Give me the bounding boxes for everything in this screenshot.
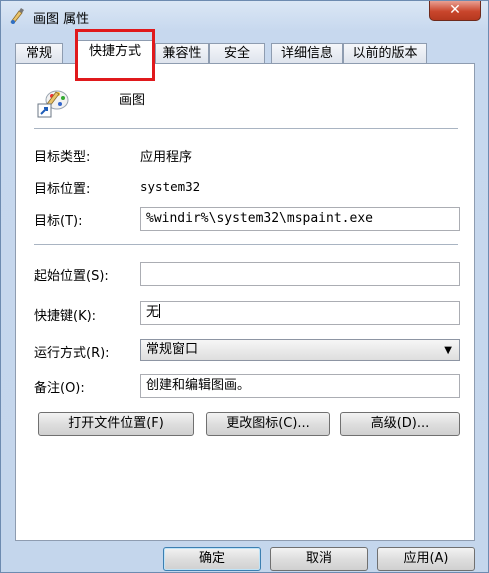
title-bar[interactable]: 画图 属性 ✕ xyxy=(1,1,488,31)
target-location-value: system32 xyxy=(140,179,201,194)
separator xyxy=(34,128,458,129)
window-title: 画图 属性 xyxy=(33,12,90,27)
properties-window: 画图 属性 ✕ 常规 快捷方式 兼容性 安全 详细信息 以前的版本 画图 目标类… xyxy=(0,0,489,573)
hotkey-label: 快捷键(K): xyxy=(34,309,97,324)
start-in-label: 起始位置(S): xyxy=(34,269,109,284)
ok-button[interactable]: 确定 xyxy=(163,547,261,571)
paint-shortcut-icon xyxy=(37,90,69,118)
hotkey-value: 无 xyxy=(146,305,160,320)
shortcut-panel: 画图 目标类型: 应用程序 目标位置: system32 目标(T): %win… xyxy=(15,63,475,541)
run-mode-select[interactable]: 常规窗口 ▼ xyxy=(140,339,460,361)
tab-general[interactable]: 常规 xyxy=(15,43,63,64)
run-mode-value: 常规窗口 xyxy=(146,342,199,357)
tab-previous-versions[interactable]: 以前的版本 xyxy=(343,43,427,64)
run-label: 运行方式(R): xyxy=(34,346,110,361)
change-icon-button[interactable]: 更改图标(C)... xyxy=(206,412,330,436)
cancel-button[interactable]: 取消 xyxy=(270,547,368,571)
comment-input[interactable]: 创建和编辑图画。 xyxy=(140,374,460,398)
close-icon: ✕ xyxy=(449,2,461,18)
paint-app-icon xyxy=(10,8,24,24)
apply-button[interactable]: 应用(A) xyxy=(377,547,475,571)
tab-security[interactable]: 安全 xyxy=(209,43,265,64)
comment-label: 备注(O): xyxy=(34,381,85,396)
shortcut-name: 画图 xyxy=(119,93,146,108)
target-type-label: 目标类型: xyxy=(34,150,91,165)
separator xyxy=(34,244,458,245)
tab-compatibility[interactable]: 兼容性 xyxy=(155,43,209,64)
target-location-label: 目标位置: xyxy=(34,182,91,197)
open-file-location-button[interactable]: 打开文件位置(F) xyxy=(38,412,194,436)
target-type-value: 应用程序 xyxy=(140,150,193,165)
target-label: 目标(T): xyxy=(34,214,83,229)
close-button[interactable]: ✕ xyxy=(429,1,481,21)
highlight-box xyxy=(75,29,155,81)
dropdown-arrow-icon: ▼ xyxy=(444,345,452,356)
start-in-input[interactable] xyxy=(140,262,460,286)
advanced-button[interactable]: 高级(D)... xyxy=(340,412,460,436)
hotkey-input[interactable]: 无 xyxy=(140,301,460,325)
tab-details[interactable]: 详细信息 xyxy=(271,43,343,64)
target-input[interactable]: %windir%\system32\mspaint.exe xyxy=(140,207,460,231)
text-caret xyxy=(159,304,161,318)
